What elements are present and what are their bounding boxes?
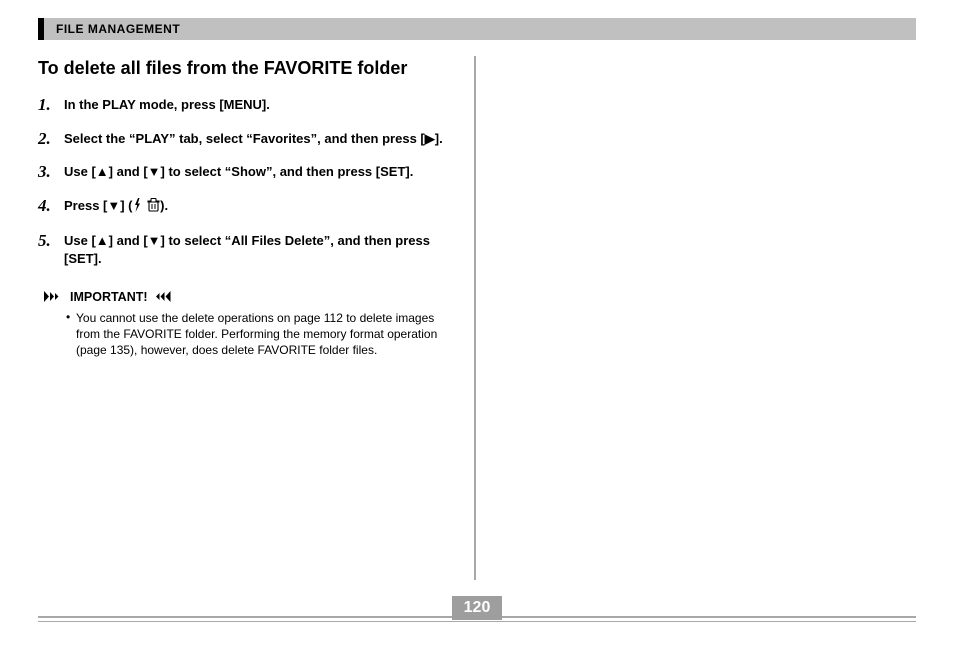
content-area: To delete all files from the FAVORITE fo… xyxy=(38,52,916,582)
bullet-icon: • xyxy=(66,309,70,325)
left-column: To delete all files from the FAVORITE fo… xyxy=(38,52,456,358)
arrow-left-cluster-icon xyxy=(152,291,174,302)
column-divider xyxy=(474,56,476,580)
footer-rule: 120 xyxy=(38,616,916,618)
trash-icon xyxy=(147,198,160,217)
important-header: IMPORTANT! xyxy=(38,290,456,304)
step-1: In the PLAY mode, press [MENU]. xyxy=(38,96,456,114)
subsection-title: To delete all files from the FAVORITE fo… xyxy=(38,56,456,80)
flash-icon xyxy=(133,198,142,217)
page-number: 120 xyxy=(452,596,502,620)
important-label: IMPORTANT! xyxy=(70,290,148,304)
important-block: IMPORTANT! • You cannot use the delete o… xyxy=(38,290,456,359)
arrow-right-cluster-icon xyxy=(44,291,66,302)
step-5: Use [▲] and [▼] to select “All Files Del… xyxy=(38,232,456,267)
page-footer: 120 xyxy=(38,590,916,618)
important-body: • You cannot use the delete operations o… xyxy=(38,304,456,359)
section-header-text: FILE MANAGEMENT xyxy=(56,22,180,36)
section-header: FILE MANAGEMENT xyxy=(38,18,916,40)
steps-list: In the PLAY mode, press [MENU]. Select t… xyxy=(38,96,456,267)
step-3: Use [▲] and [▼] to select “Show”, and th… xyxy=(38,163,456,181)
step-2: Select the “PLAY” tab, select “Favorites… xyxy=(38,130,456,148)
step-4: Press [▼] ( ). xyxy=(38,197,456,217)
